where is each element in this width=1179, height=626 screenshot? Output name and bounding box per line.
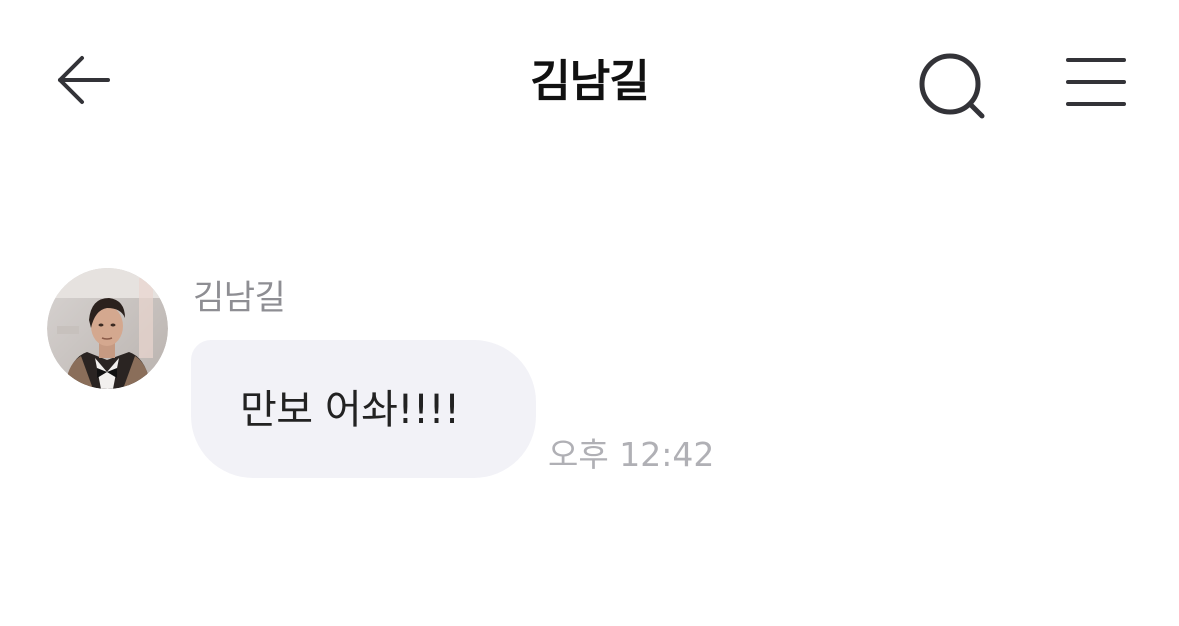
- page-title: 김남길: [530, 56, 649, 107]
- message-group: 김남길 만보 어솨!!!! 오후 12:42: [0, 260, 1179, 500]
- message-bubble[interactable]: 만보 어솨!!!!: [191, 340, 536, 478]
- message-timestamp: 오후 12:42: [548, 435, 715, 474]
- chat-screen: 김남길 김남길 만보 어솨!!!! 오후 12:42: [0, 0, 1179, 626]
- search-icon: [919, 53, 985, 119]
- sender-name: 김남길: [193, 278, 286, 318]
- menu-button[interactable]: [1058, 44, 1134, 120]
- avatar[interactable]: [47, 268, 168, 389]
- profile-photo: [47, 268, 168, 389]
- hamburger-menu-icon: [1066, 58, 1126, 106]
- search-button[interactable]: [908, 44, 992, 128]
- chat-header: 김남길: [0, 0, 1179, 165]
- message-text: 만보 어솨!!!!: [240, 387, 460, 433]
